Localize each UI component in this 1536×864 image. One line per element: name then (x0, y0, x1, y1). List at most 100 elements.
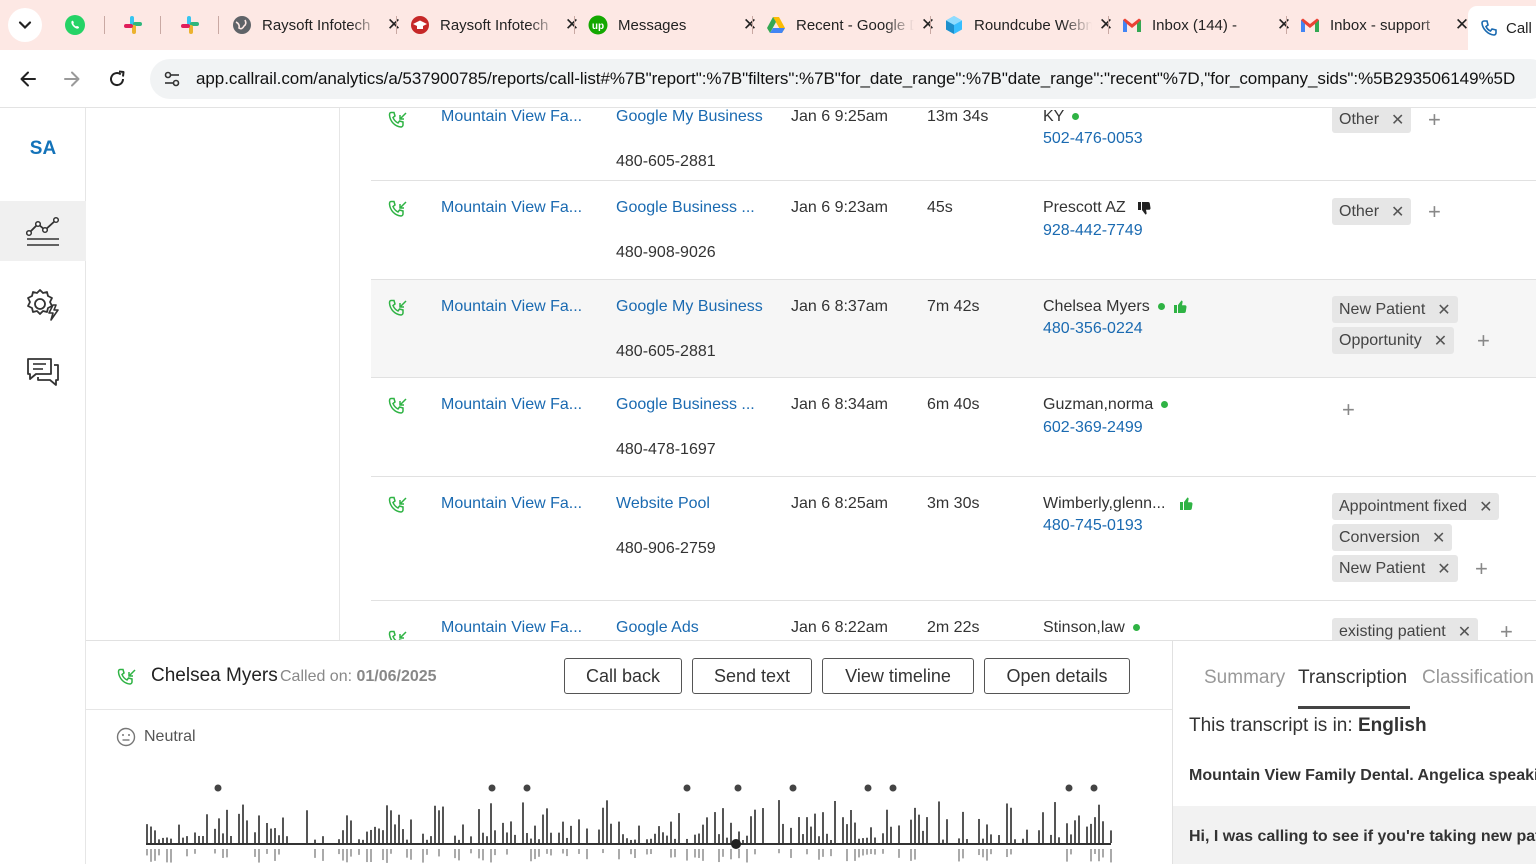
remove-tag-icon[interactable]: ✕ (1432, 528, 1445, 548)
caller-number-link[interactable]: 502-476-0053 (1043, 130, 1143, 148)
remove-tag-icon[interactable]: ✕ (1391, 202, 1404, 222)
waveform-bar (510, 821, 512, 843)
remove-tag-icon[interactable]: ✕ (1479, 497, 1492, 517)
table-row[interactable]: Mountain View Fa... Google Business ... … (371, 378, 1536, 477)
remove-tag-icon[interactable]: ✕ (1437, 300, 1450, 320)
browser-tab[interactable]: up Messages ✕ (588, 8, 758, 42)
waveform-bar (658, 826, 660, 843)
back-button[interactable] (13, 64, 43, 94)
tab-title: Inbox (144) - (1152, 16, 1238, 34)
tab-classification[interactable]: Classification (1422, 667, 1534, 689)
waveform-bar (350, 820, 352, 843)
company-link[interactable]: Mountain View Fa... (441, 495, 582, 513)
tab-transcription[interactable]: Transcription (1298, 667, 1407, 689)
speaker-marker (889, 784, 897, 792)
waveform-bar (442, 806, 444, 843)
table-row[interactable]: Mountain View Fa... Google My Business 4… (371, 280, 1536, 378)
close-icon[interactable]: ✕ (920, 15, 936, 35)
tab-summary[interactable]: Summary (1204, 667, 1285, 689)
call-date: Jan 6 9:25am (791, 108, 888, 125)
send-text-button[interactable]: Send text (692, 658, 812, 694)
waveform-bar (222, 833, 224, 843)
company-link[interactable]: Mountain View Fa... (441, 619, 582, 637)
remove-tag-icon[interactable]: ✕ (1437, 559, 1450, 579)
table-row[interactable]: Mountain View Fa... Google My Business 4… (371, 108, 1536, 181)
waveform-bar (490, 849, 492, 863)
caller-number-link[interactable]: 480-745-0193 (1043, 517, 1143, 535)
waveform-bar (890, 826, 892, 843)
waveform-bar (458, 849, 460, 861)
waveform-bar (434, 805, 436, 843)
speaker-marker (214, 784, 222, 792)
waveform-bar (926, 817, 928, 843)
rail-item-analytics[interactable] (0, 201, 86, 261)
view-timeline-button[interactable]: View timeline (822, 658, 974, 694)
playhead (731, 839, 741, 849)
caller-number-link[interactable]: 602-369-2499 (1043, 419, 1143, 437)
pinned-tab-slack[interactable] (118, 10, 148, 40)
waveform-bar (274, 849, 276, 861)
waveform-bar (402, 829, 404, 843)
browser-tab[interactable]: Raysoft Infotech ✕ (410, 8, 580, 42)
waveform-bar (386, 805, 388, 843)
table-row[interactable]: Mountain View Fa... Google Ads Jan 6 8:2… (371, 601, 1536, 640)
browser-tab[interactable]: Recent - Google Drive ✕ (766, 8, 936, 42)
browser-tab[interactable]: Inbox (144) - ✕ (1122, 8, 1292, 42)
waveform-bar (882, 849, 884, 854)
call-back-button[interactable]: Call back (564, 658, 682, 694)
open-details-button[interactable]: Open details (984, 658, 1130, 694)
address-bar[interactable]: app.callrail.com/analytics/a/537900785/r… (150, 59, 1536, 99)
account-avatar[interactable]: SA (0, 138, 86, 160)
add-tag-button[interactable]: + (1500, 621, 1513, 641)
call-date: Jan 6 8:34am (791, 396, 888, 413)
company-link[interactable]: Mountain View Fa... (441, 108, 582, 126)
caller-number-link[interactable]: 480-356-0224 (1043, 320, 1143, 338)
tab-search-button[interactable] (8, 8, 42, 42)
rail-item-conversations[interactable] (0, 342, 86, 402)
source-link[interactable]: Google Ads (616, 619, 699, 637)
waveform-bar (494, 830, 496, 843)
add-tag-button[interactable]: + (1428, 201, 1441, 223)
call-date: Jan 6 8:37am (791, 298, 888, 315)
table-row[interactable]: Mountain View Fa... Website Pool 480-906… (371, 477, 1536, 601)
browser-tab[interactable]: Roundcube Webmail ✕ (944, 8, 1114, 42)
url-text: app.callrail.com/analytics/a/537900785/r… (196, 69, 1516, 88)
add-tag-button[interactable]: + (1428, 109, 1441, 131)
company-link[interactable]: Mountain View Fa... (441, 199, 582, 217)
add-tag-button[interactable]: + (1477, 330, 1490, 352)
remove-tag-icon[interactable]: ✕ (1434, 331, 1447, 351)
close-icon[interactable]: ✕ (1098, 15, 1114, 35)
close-icon[interactable]: ✕ (742, 15, 758, 35)
browser-tab[interactable]: Inbox - support ✕ (1300, 8, 1470, 42)
source-link[interactable]: Google Business ... (616, 199, 755, 217)
close-icon[interactable]: ✕ (564, 15, 580, 35)
pinned-tab-slack-2[interactable] (175, 10, 205, 40)
forward-button[interactable] (57, 64, 87, 94)
speaker-marker (523, 784, 531, 792)
caller-number-link[interactable]: 928-442-7749 (1043, 222, 1143, 240)
close-icon[interactable]: ✕ (1276, 15, 1292, 35)
browser-tab[interactable]: Raysoft Infotech ✕ (232, 8, 402, 42)
source-link[interactable]: Google Business ... (616, 396, 755, 414)
close-icon[interactable]: ✕ (386, 15, 402, 35)
source-link[interactable]: Google My Business (616, 108, 763, 126)
arrow-right-icon (64, 71, 80, 87)
waveform-bar (618, 849, 620, 860)
add-tag-button[interactable]: + (1475, 558, 1488, 580)
add-tag-button[interactable]: + (1342, 399, 1355, 421)
rail-item-settings[interactable] (0, 274, 86, 334)
audio-waveform[interactable] (141, 781, 1141, 864)
pinned-tab-whatsapp[interactable] (60, 10, 90, 40)
source-link[interactable]: Google My Business (616, 298, 763, 316)
company-link[interactable]: Mountain View Fa... (441, 298, 582, 316)
remove-tag-icon[interactable]: ✕ (1391, 110, 1404, 130)
caller-name-title: Chelsea Myers (151, 665, 278, 686)
remove-tag-icon[interactable]: ✕ (1458, 622, 1471, 641)
company-link[interactable]: Mountain View Fa... (441, 396, 582, 414)
active-browser-tab[interactable]: Call (1468, 6, 1536, 50)
table-row[interactable]: Mountain View Fa... Google Business ... … (371, 181, 1536, 280)
site-settings-icon[interactable] (162, 69, 182, 89)
waveform-bar (1066, 849, 1068, 862)
source-link[interactable]: Website Pool (616, 495, 710, 513)
reload-button[interactable] (102, 64, 132, 94)
